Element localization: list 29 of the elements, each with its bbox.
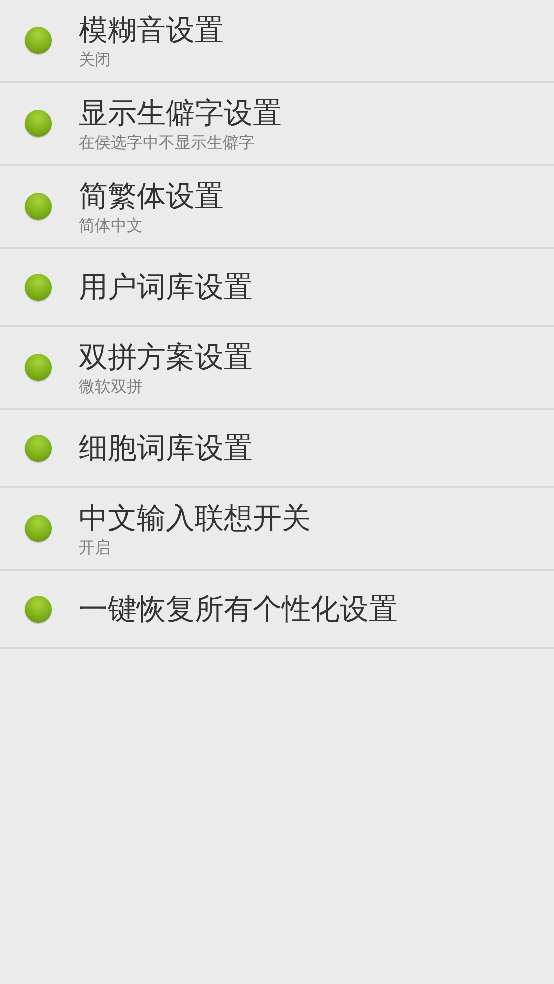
setting-title: 用户词库设置: [79, 269, 253, 305]
setting-title: 细胞词库设置: [79, 430, 253, 466]
bullet-icon: [25, 434, 52, 462]
bullet-icon: [25, 274, 52, 300]
bullet-icon: [25, 193, 52, 220]
bullet-icon: [25, 354, 52, 381]
settings-item[interactable]: 用户词库设置: [0, 249, 554, 327]
settings-item[interactable]: 双拼方案设置 微软双拼: [0, 327, 554, 410]
settings-item[interactable]: 一键恢复所有个性化设置: [0, 571, 554, 649]
setting-title: 显示生僻字设置: [79, 94, 282, 130]
setting-summary: 简体中文: [79, 216, 144, 236]
settings-item[interactable]: 细胞词库设置: [0, 410, 554, 488]
settings-item[interactable]: 简繁体设置 简体中文: [0, 166, 554, 249]
setting-summary: 开启: [79, 538, 112, 558]
settings-item[interactable]: 模糊音设置 关闭: [0, 0, 554, 83]
bullet-icon: [25, 110, 52, 137]
settings-item[interactable]: 中文输入联想开关 开启: [0, 488, 554, 571]
setting-summary: 微软双拼: [79, 376, 144, 396]
setting-summary: 在侯选字中不显示生僻字: [79, 132, 256, 152]
bullet-icon: [25, 515, 52, 542]
setting-title: 中文输入联想开关: [79, 500, 311, 536]
bullet-icon: [25, 596, 52, 622]
setting-title: 双拼方案设置: [79, 338, 253, 374]
setting-title: 一键恢复所有个性化设置: [79, 591, 398, 627]
setting-title: 简繁体设置: [79, 178, 224, 214]
setting-title: 模糊音设置: [79, 12, 224, 48]
setting-summary: 关闭: [79, 50, 112, 70]
bullet-icon: [25, 27, 52, 54]
settings-item[interactable]: 显示生僻字设置 在侯选字中不显示生僻字: [0, 83, 554, 166]
